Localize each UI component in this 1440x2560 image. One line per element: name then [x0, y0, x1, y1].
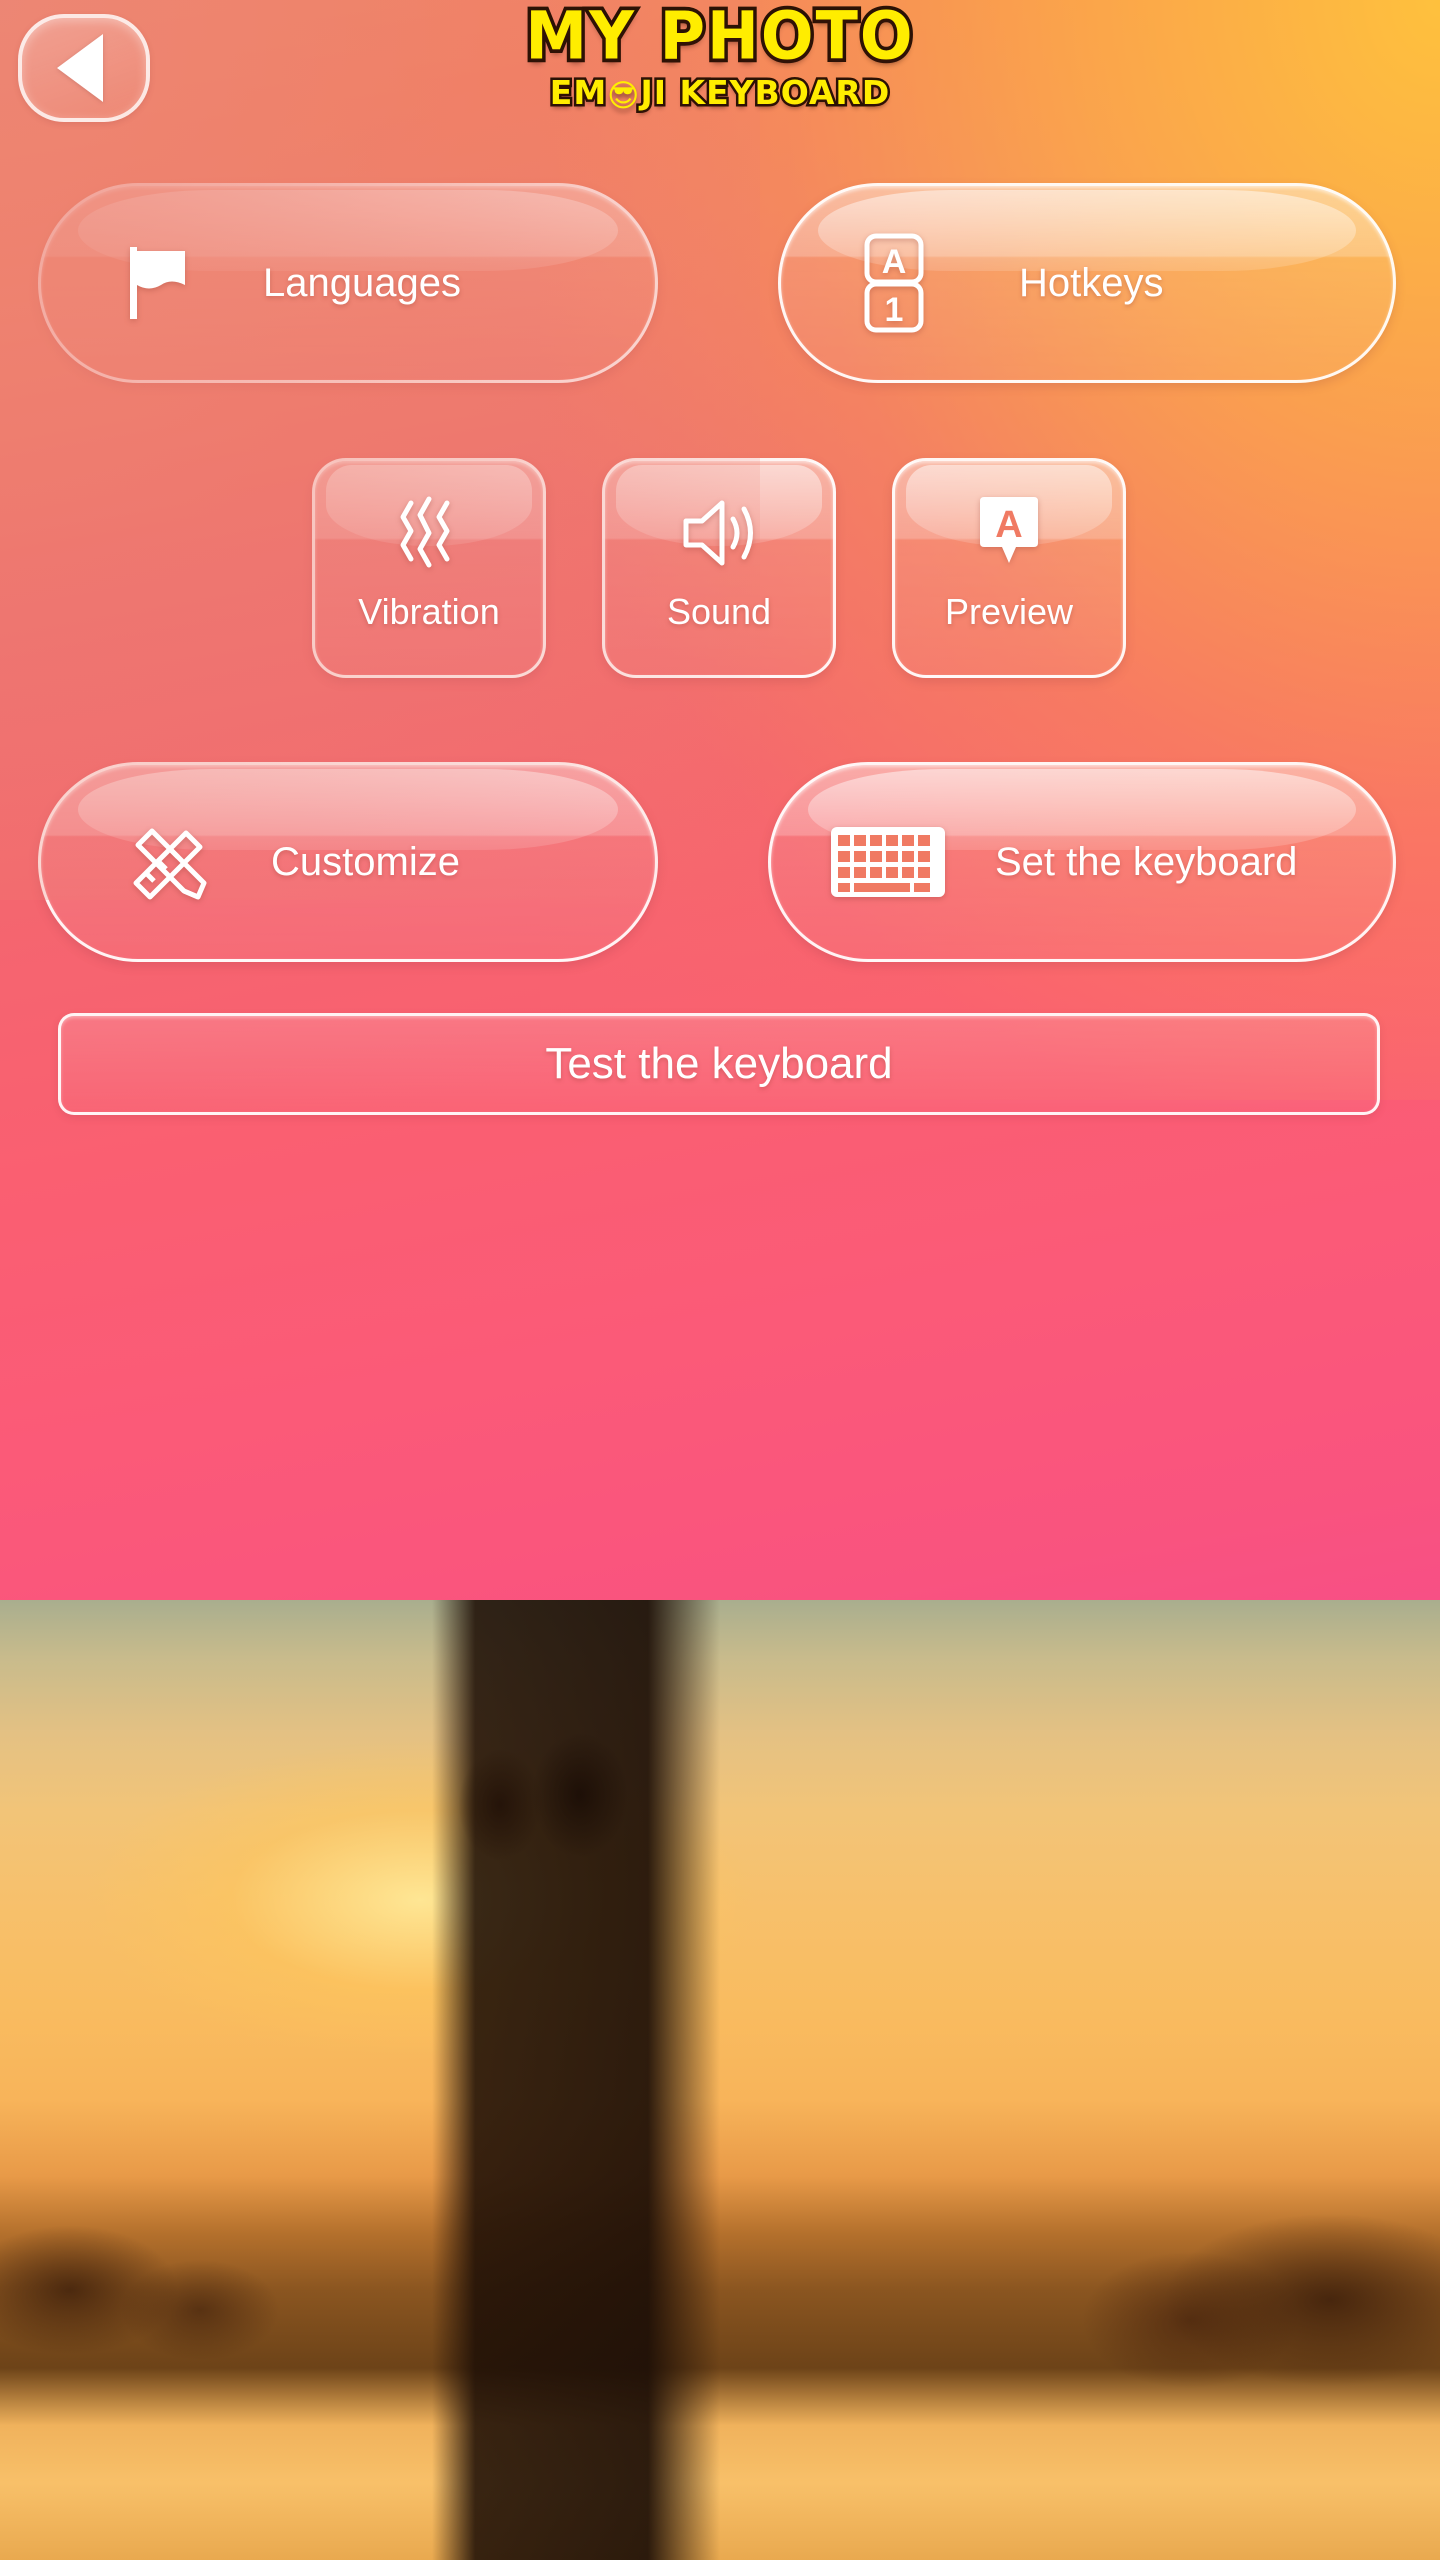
hotkeys-button[interactable]: A 1 Hotkeys [778, 183, 1396, 383]
page-title: MY PHOTO [522, 0, 916, 75]
preview-button[interactable]: A Preview [892, 458, 1126, 678]
app-root: MY PHOTO EM😎JI KEYBOARD Languages A 1 Ho… [0, 0, 1440, 2560]
sunglasses-emoji-icon: 😎 [607, 78, 641, 115]
sound-label: Sound [666, 591, 772, 632]
back-arrow-icon [57, 34, 103, 102]
test-keyboard-input[interactable]: Test the keyboard [58, 1013, 1380, 1115]
keyboard-icon [823, 821, 953, 903]
vibration-button[interactable]: Vibration [312, 458, 546, 678]
speaker-icon [676, 493, 762, 573]
subtitle-part-right: JI KEYBOARD [638, 71, 892, 115]
app-header: MY PHOTO EM😎JI KEYBOARD [0, 0, 1440, 160]
test-keyboard-placeholder: Test the keyboard [545, 1039, 893, 1088]
set-keyboard-button[interactable]: Set the keyboard [768, 762, 1396, 962]
svg-text:1: 1 [885, 291, 904, 329]
sound-button[interactable]: Sound [602, 458, 836, 678]
vibration-waves-icon [393, 493, 465, 573]
ruler-pencil-icon [109, 817, 229, 907]
flag-icon [99, 245, 219, 321]
set-keyboard-label: Set the keyboard [995, 839, 1298, 884]
photo-keyboard: 1234567890 qwertyuiop asdfghjkl zxcvbnm … [0, 1600, 1440, 2560]
key-preview-popup-icon: A [976, 493, 1042, 573]
hotkeys-label: Hotkeys [1019, 260, 1164, 305]
languages-label: Languages [263, 260, 461, 305]
subtitle-part-left: EM [547, 71, 608, 115]
vibration-label: Vibration [358, 591, 500, 632]
languages-button[interactable]: Languages [38, 183, 658, 383]
svg-text:A: A [995, 504, 1022, 546]
customize-label: Customize [271, 839, 460, 884]
svg-text:A: A [882, 243, 907, 281]
customize-button[interactable]: Customize [38, 762, 658, 962]
a-over-1-icon: A 1 [839, 233, 949, 333]
page-subtitle: EM😎JI KEYBOARD [0, 71, 1440, 115]
app-title-block: MY PHOTO EM😎JI KEYBOARD [0, 0, 1440, 115]
back-button[interactable] [18, 14, 150, 122]
preview-label: Preview [944, 591, 1074, 632]
